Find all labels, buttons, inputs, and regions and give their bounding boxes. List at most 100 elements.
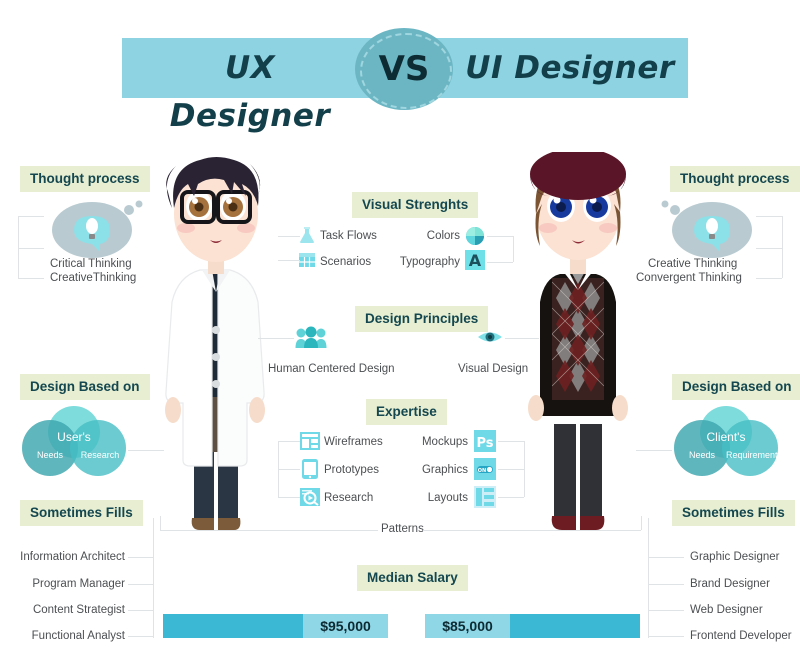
design-principles-left-item: Human Centered Design	[268, 363, 395, 375]
chip-design-based-on-left: Design Based on	[20, 374, 150, 400]
connector-line	[128, 557, 153, 558]
connector-line	[782, 216, 783, 278]
connector-line	[278, 441, 279, 497]
vs-badge: VS	[355, 28, 453, 110]
connector-line	[756, 216, 782, 217]
page-title-ui: UI Designer	[465, 50, 675, 86]
connector-line	[423, 530, 641, 531]
vs-label: VS	[378, 49, 430, 89]
chip-expertise: Expertise	[366, 399, 447, 425]
expertise-right-item: Mockups	[421, 436, 468, 448]
connector-line	[498, 441, 524, 442]
thought-process-right-item: Creative Thinking	[648, 258, 738, 270]
chip-sometimes-fills-right: Sometimes Fills	[672, 500, 795, 526]
connector-line	[278, 469, 300, 470]
connector-line	[278, 497, 300, 498]
venn-label-b: Requirements	[726, 450, 783, 460]
magnifier-icon	[300, 488, 320, 506]
photoshop-icon: Ps	[474, 430, 496, 452]
toggle-on-icon: ON	[474, 458, 496, 480]
sometimes-fills-left-item: Information Architect	[20, 551, 125, 563]
venn-diagram-left: User's Needs Research	[20, 406, 128, 476]
connector-line	[648, 584, 684, 585]
sometimes-fills-right-item: Web Designer	[690, 604, 763, 616]
expertise-right-item: Graphics	[421, 464, 468, 476]
connector-line	[648, 518, 649, 638]
connector-line	[648, 610, 684, 611]
svg-text:Ps: Ps	[476, 436, 493, 451]
expertise-right-item: Layouts	[427, 492, 468, 504]
connector-line	[278, 260, 300, 261]
connector-line	[18, 278, 44, 279]
visual-strengths-left-item: Task Flows	[320, 230, 377, 242]
connector-line	[487, 262, 513, 263]
visual-strengths-right-item: Typography	[399, 256, 460, 268]
infographic-canvas: UX Designer UI Designer VS Thought proce…	[0, 0, 800, 658]
salary-bar-fill-ui	[510, 614, 640, 638]
connector-line	[641, 516, 642, 530]
connector-line	[160, 530, 378, 531]
expertise-left-item: Prototypes	[324, 464, 379, 476]
connector-line	[278, 441, 300, 442]
color-wheel-icon	[466, 227, 484, 245]
connector-line	[487, 236, 513, 237]
chip-thought-process-left: Thought process	[20, 166, 150, 192]
chip-median-salary: Median Salary	[357, 565, 468, 591]
venn-label-a: Needs	[36, 450, 63, 460]
salary-bar-ui: $85,000	[425, 614, 640, 638]
letter-a-icon: A	[465, 250, 485, 270]
thought-process-left-item: Critical Thinking	[50, 258, 132, 270]
connector-line	[756, 278, 782, 279]
ux-designer-avatar	[165, 157, 265, 530]
svg-text:ON: ON	[478, 468, 486, 474]
expertise-shared-item: Patterns	[381, 523, 424, 535]
connector-line	[498, 497, 524, 498]
layout-icon	[474, 486, 496, 508]
venn-label-a: Needs	[688, 450, 715, 460]
thought-bubble-right-icon	[661, 200, 752, 258]
chip-design-principles: Design Principles	[355, 306, 489, 332]
connector-line	[513, 236, 514, 262]
connector-line	[128, 584, 153, 585]
connector-line	[18, 248, 44, 249]
expertise-left-item: Wireframes	[324, 436, 383, 448]
connector-line	[524, 441, 525, 497]
connector-line	[648, 557, 684, 558]
design-principles-right-item: Visual Design	[458, 363, 529, 375]
thought-bubble-left-icon	[52, 200, 143, 258]
mobile-icon	[302, 459, 318, 479]
connector-line	[278, 236, 300, 237]
venn-circle-right	[70, 420, 126, 476]
chip-visual-strengths: Visual Strenghts	[352, 192, 479, 218]
salary-bar-fill-ux	[163, 614, 303, 638]
salary-amount-ux: $95,000	[303, 614, 388, 638]
connector-line	[258, 338, 294, 339]
flask-icon	[300, 227, 314, 243]
people-group-icon	[295, 326, 327, 348]
expertise-left-item: Research	[324, 492, 374, 504]
venn-circle-right	[722, 420, 778, 476]
sometimes-fills-left-item: Content Strategist	[32, 604, 125, 616]
chip-sometimes-fills-left: Sometimes Fills	[20, 500, 143, 526]
sometimes-fills-left-item: Program Manager	[32, 578, 125, 590]
venn-diagram-right: Client's Needs Requirements	[672, 406, 783, 476]
salary-bar-ux: $95,000	[163, 614, 388, 638]
connector-line	[648, 636, 684, 637]
connector-line	[18, 216, 19, 278]
grid-icon	[299, 253, 315, 267]
page-title-ux: UX Designer	[169, 50, 331, 134]
connector-line	[505, 338, 539, 339]
svg-text:A: A	[469, 251, 482, 270]
sometimes-fills-right-item: Brand Designer	[690, 578, 770, 590]
wireframe-icon	[300, 432, 320, 450]
connector-line	[128, 450, 164, 451]
connector-line	[498, 469, 524, 470]
sometimes-fills-right-item: Graphic Designer	[690, 551, 780, 563]
chip-thought-process-right: Thought process	[670, 166, 800, 192]
eye-icon	[478, 332, 502, 342]
connector-line	[636, 450, 672, 451]
chip-design-based-on-right: Design Based on	[672, 374, 800, 400]
venn-label-b: Research	[80, 450, 120, 460]
connector-line	[128, 610, 153, 611]
venn-label-main: User's	[57, 430, 91, 444]
